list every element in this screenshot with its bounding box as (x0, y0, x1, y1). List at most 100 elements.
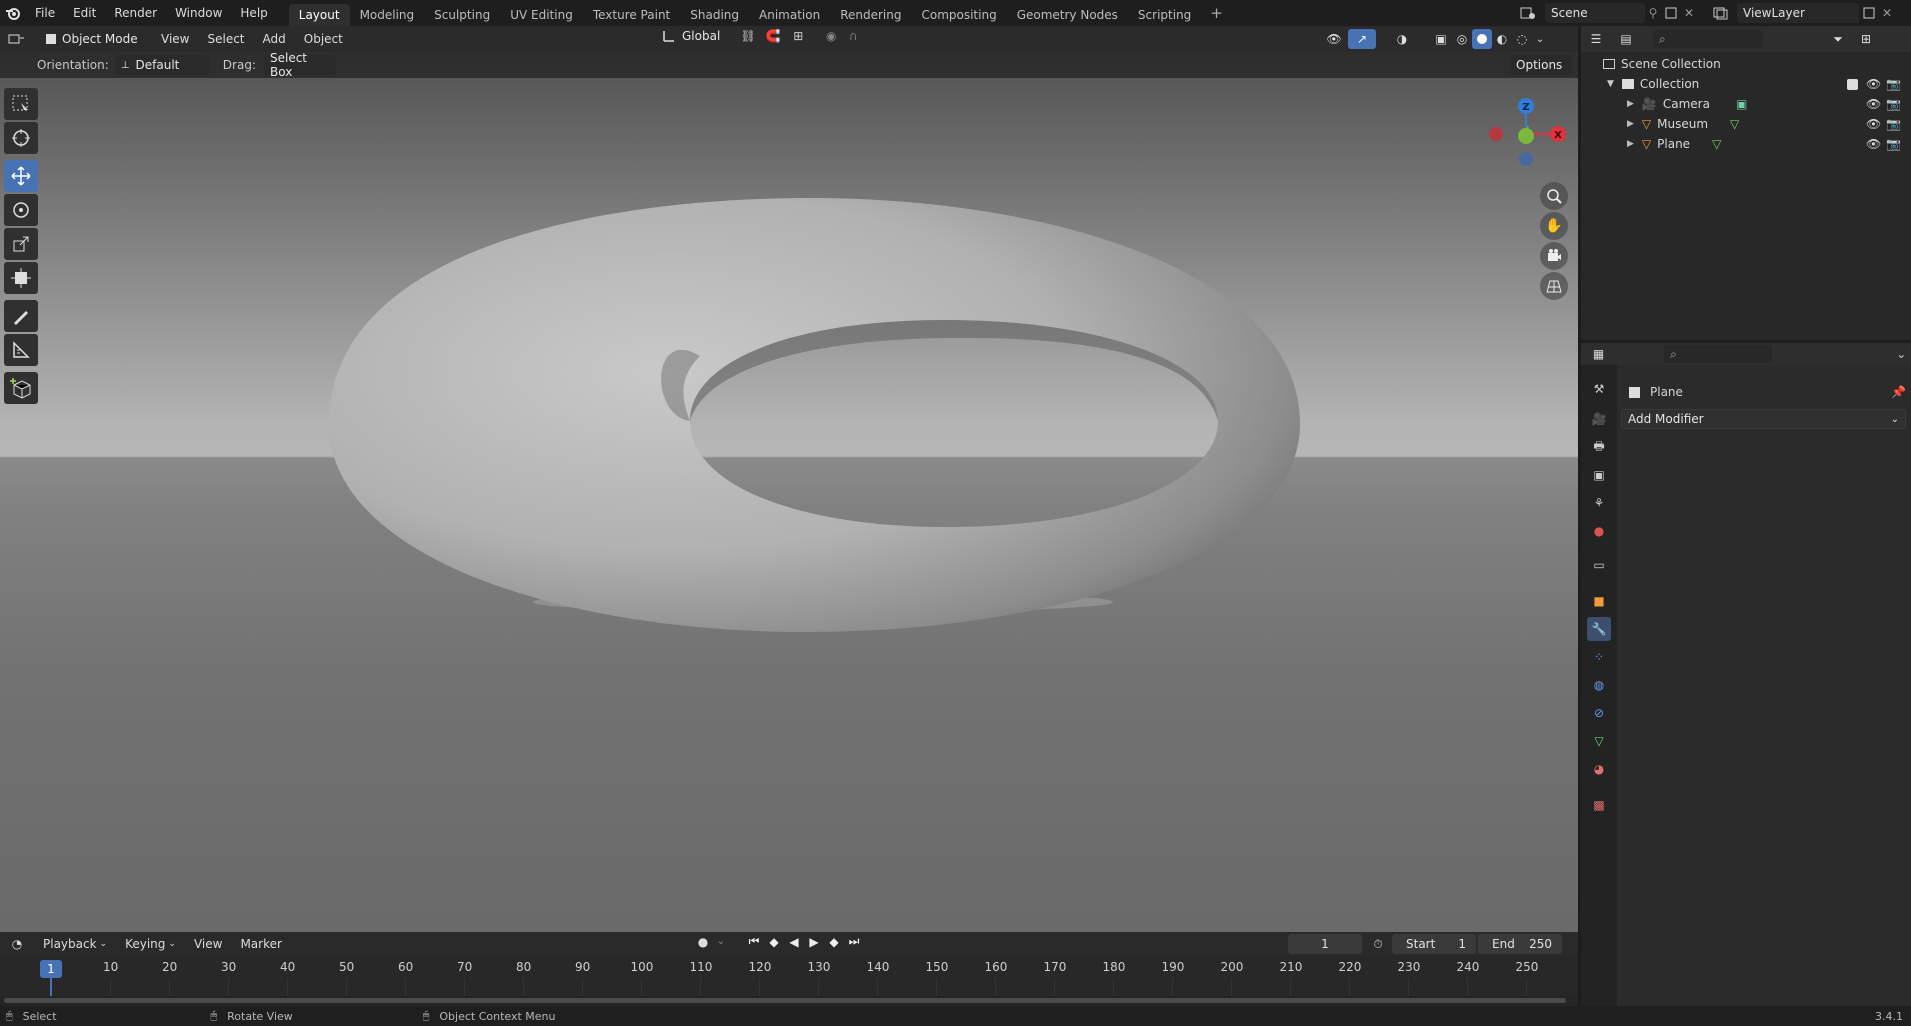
orientation-dropdown[interactable]: ⊥ Default (114, 55, 209, 75)
perspective-grid-icon[interactable] (1540, 272, 1568, 300)
zoom-icon[interactable] (1540, 182, 1568, 210)
outliner-row-collection[interactable]: ▼ Collection 👁 📷 (1581, 74, 1911, 94)
texture-tab-icon[interactable]: ▩ (1587, 793, 1611, 817)
timeline-menu-playback[interactable]: Playback ⌄ (34, 931, 116, 957)
particles-tab-icon[interactable]: ⁘ (1587, 645, 1611, 669)
outliner-row-camera[interactable]: ▶ 🎥 Camera ▣ 👁 📷 (1581, 94, 1911, 114)
current-frame-field[interactable]: 1 (1288, 934, 1362, 954)
tab-shading[interactable]: Shading (680, 4, 749, 26)
torus-object[interactable] (0, 26, 1578, 932)
expand-arrow-icon[interactable]: ▶ (1627, 119, 1634, 129)
menu-window[interactable]: Window (166, 0, 231, 26)
expand-arrow-icon[interactable]: ▶ (1627, 139, 1634, 149)
expand-arrow-icon[interactable]: ▶ (1627, 99, 1634, 109)
tab-rendering[interactable]: Rendering (830, 4, 911, 26)
tab-compositing[interactable]: Compositing (911, 4, 1006, 26)
viewport-menu-add[interactable]: Add (254, 26, 295, 52)
start-frame-field[interactable]: Start 1 (1392, 934, 1476, 954)
overlays-icon[interactable]: ◑ (1388, 32, 1416, 46)
material-shading-icon[interactable]: ◐ (1492, 32, 1512, 46)
proportional-editing-icon[interactable]: ◉ (820, 29, 842, 43)
mesh-data-icon[interactable]: ▽ (1712, 137, 1721, 151)
mesh-data-icon[interactable]: ▽ (1730, 117, 1739, 131)
shading-options-chevron-icon[interactable]: ⌄ (1532, 34, 1548, 45)
tab-texture-paint[interactable]: Texture Paint (583, 4, 680, 26)
next-keyframe-icon[interactable]: ◆ (824, 935, 844, 949)
add-workspace-button[interactable]: + (1201, 0, 1232, 26)
solid-shading-icon[interactable] (1472, 29, 1492, 49)
rendered-shading-icon[interactable]: ◌ (1512, 32, 1532, 46)
frame-ruler[interactable]: 10 20 30 40 50 60 70 80 90 100 110 120 130 140 150 160 1… (0, 956, 1578, 996)
keying-chevron-icon[interactable]: ⌄ (714, 936, 728, 947)
visibility-eye-icon[interactable]: 👁 (1866, 77, 1881, 91)
material-tab-icon[interactable]: ◕ (1587, 757, 1611, 781)
outliner-row-scene-collection[interactable]: Scene Collection (1581, 54, 1911, 74)
render-tab-icon[interactable]: 🎥 (1587, 407, 1611, 431)
render-camera-icon[interactable]: 📷 (1886, 117, 1901, 131)
drag-dropdown[interactable]: Select Box (263, 51, 336, 79)
visibility-eye-icon[interactable]: 👁 (1866, 117, 1881, 131)
view-layer-tab-icon[interactable]: ▣ (1587, 463, 1611, 487)
properties-editor-type-icon[interactable]: ▦ (1581, 347, 1616, 361)
scene-selector-icon[interactable] (1515, 6, 1541, 20)
end-frame-field[interactable]: End 250 (1478, 934, 1562, 954)
menu-edit[interactable]: Edit (64, 0, 105, 26)
snap-icon[interactable]: 🧲 (762, 29, 784, 43)
output-tab-icon[interactable]: 🖶 (1587, 435, 1611, 459)
outliner-row-museum[interactable]: ▶ ▽ Museum ▽ 👁 📷 (1581, 114, 1911, 134)
editor-type-icon[interactable] (0, 32, 34, 46)
world-tab-icon[interactable]: ● (1587, 519, 1611, 543)
playhead[interactable]: 1 (40, 960, 62, 978)
pivot-point-icon[interactable]: ⛓ (734, 29, 762, 43)
render-camera-icon[interactable]: 📷 (1886, 77, 1901, 91)
visibility-icon[interactable]: 👁 (1320, 32, 1348, 46)
pin-scene-icon[interactable]: ⚲ (1645, 6, 1661, 20)
constraints-tab-icon[interactable]: ⊘ (1587, 701, 1611, 725)
new-collection-icon[interactable]: ⊞ (1853, 32, 1879, 46)
tab-modeling[interactable]: Modeling (350, 4, 425, 26)
scene-tab-icon[interactable]: ⚘ (1587, 491, 1611, 515)
tool-tab-icon[interactable]: ⚒ (1587, 377, 1611, 401)
mode-dropdown[interactable]: Object Mode (40, 29, 144, 49)
exclude-checkbox[interactable] (1847, 78, 1858, 90)
3d-viewport[interactable]: Object Mode View Select Add Object Global ⛓… (0, 26, 1578, 932)
physics-tab-icon[interactable]: ◍ (1587, 673, 1611, 697)
outliner-editor-type-icon[interactable]: ☰ (1581, 32, 1611, 46)
pin-icon[interactable]: 📌 (1891, 385, 1906, 399)
filter-icon[interactable]: ⏷ (1823, 32, 1853, 47)
menu-help[interactable]: Help (231, 0, 276, 26)
move-tool[interactable] (4, 160, 38, 192)
cursor-tool[interactable] (4, 122, 38, 154)
outliner-search-input[interactable]: ⌕ (1653, 30, 1763, 48)
timeline-scrollbar[interactable] (4, 998, 1566, 1003)
play-reverse-icon[interactable]: ◀ (784, 935, 804, 949)
display-mode-icon[interactable]: ▤ (1611, 32, 1641, 46)
navigation-gizmo[interactable]: Z X (1470, 86, 1578, 196)
timeline-editor-type-icon[interactable]: ◔ (0, 937, 34, 951)
delete-scene-icon[interactable]: ✕ (1681, 6, 1697, 20)
outliner-row-plane[interactable]: ▶ ▽ Plane ▽ 👁 📷 (1581, 134, 1911, 154)
prev-keyframe-icon[interactable]: ◆ (764, 935, 784, 949)
timeline-menu-keying[interactable]: Keying ⌄ (116, 931, 185, 957)
menu-render[interactable]: Render (105, 0, 166, 26)
delete-viewlayer-icon[interactable]: ✕ (1879, 6, 1895, 20)
transform-tool[interactable] (4, 262, 38, 294)
data-tab-icon[interactable]: ▽ (1587, 729, 1611, 753)
add-cube-tool[interactable] (4, 372, 38, 404)
render-camera-icon[interactable]: 📷 (1886, 137, 1901, 151)
viewlayer-selector-icon[interactable] (1707, 6, 1733, 20)
blender-logo-icon[interactable] (0, 0, 26, 26)
xray-icon[interactable]: ▣ (1430, 32, 1452, 46)
options-dropdown[interactable]: Options (1510, 55, 1572, 75)
play-icon[interactable]: ▶ (804, 935, 824, 949)
collection-tab-icon[interactable]: ▭ (1587, 553, 1611, 577)
annotate-tool[interactable] (4, 300, 38, 332)
viewport-menu-select[interactable]: Select (198, 26, 253, 52)
viewport-menu-object[interactable]: Object (295, 26, 352, 52)
timeline-menu-view[interactable]: View (185, 931, 231, 957)
object-tab-icon[interactable]: ■ (1587, 589, 1611, 613)
properties-options-chevron-icon[interactable]: ⌄ (1892, 347, 1911, 361)
select-box-tool[interactable] (4, 88, 38, 120)
transform-orientation-dropdown[interactable]: Global (682, 29, 720, 43)
camera-data-icon[interactable]: ▣ (1736, 97, 1747, 111)
